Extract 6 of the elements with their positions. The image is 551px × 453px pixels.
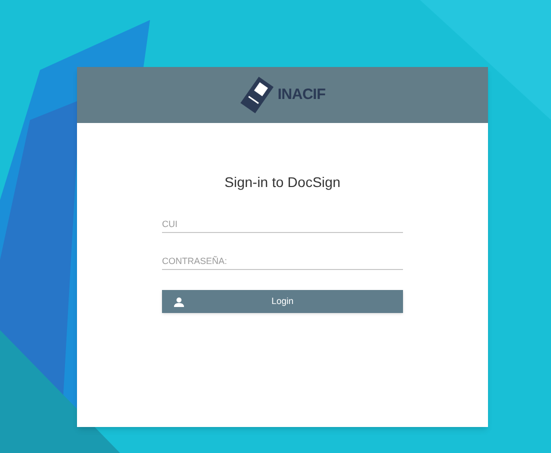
logo-text: INACIF bbox=[278, 84, 326, 105]
input-field[interactable]: CUI bbox=[162, 208, 403, 233]
user-icon bbox=[174, 296, 184, 306]
login-button[interactable]: Login bbox=[162, 290, 403, 313]
input-field[interactable]: CONTRASEÑA: bbox=[162, 245, 403, 270]
login-title: Sign-in to DocSign bbox=[224, 173, 340, 192]
